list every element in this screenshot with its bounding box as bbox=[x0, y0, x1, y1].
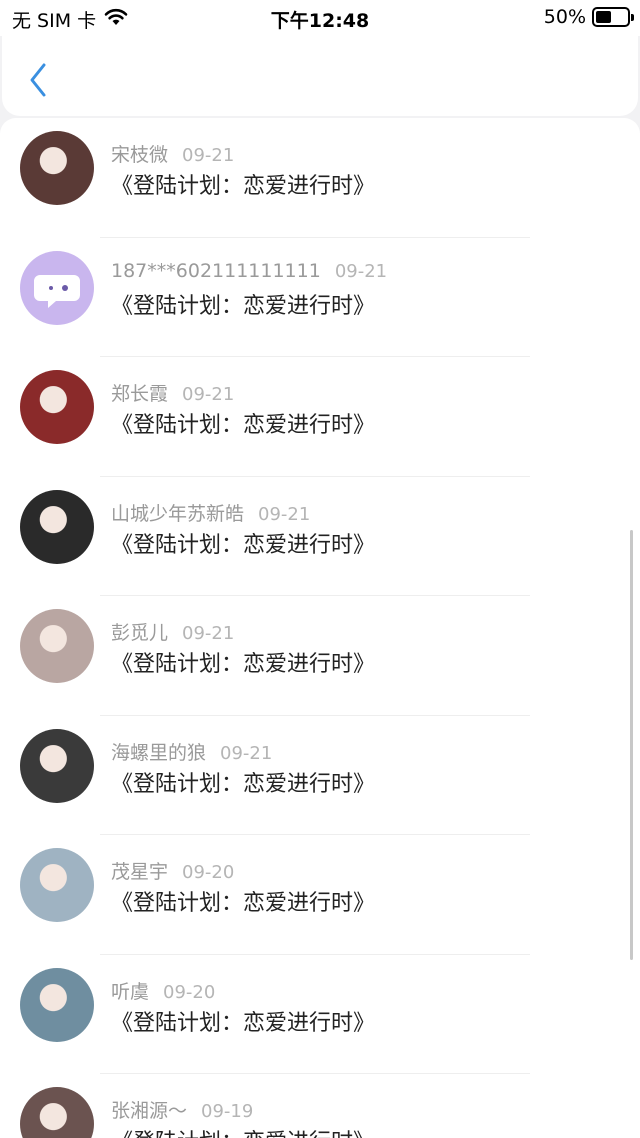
status-bar: 无 SIM 卡 下午12:48 50% bbox=[0, 0, 640, 36]
date-label: 09-21 bbox=[258, 503, 311, 525]
name-line: 彭觅儿 09-21 bbox=[111, 618, 234, 645]
user-name: 张湘源～ bbox=[111, 1100, 188, 1122]
list-item[interactable]: 宋枝微 09-21 《登陆计划：恋爱进行时》 bbox=[0, 118, 640, 238]
avatar[interactable] bbox=[20, 609, 94, 683]
avatar[interactable] bbox=[20, 728, 94, 803]
user-name: 宋枝微 bbox=[111, 144, 169, 166]
list-item[interactable]: 山城少年苏新皓 09-21 《登陆计划：恋爱进行时》 bbox=[0, 477, 640, 596]
navigation-bar bbox=[2, 36, 638, 116]
date-label: 09-19 bbox=[201, 1101, 254, 1122]
user-name: 山城少年苏新皓 bbox=[111, 502, 245, 525]
name-line: 张湘源～ 09-19 bbox=[111, 1096, 253, 1123]
user-name: 听虞 bbox=[111, 980, 150, 1003]
user-name: 187***602111111111 bbox=[111, 259, 321, 282]
list-item[interactable]: 郑长霞 09-21 《登陆计划：恋爱进行时》 bbox=[0, 357, 640, 477]
chevron-left-icon bbox=[27, 62, 49, 102]
name-line: 187***602111111111 09-21 bbox=[111, 260, 387, 282]
name-line: 茂星宇 09-20 bbox=[111, 857, 234, 884]
message-text: 《登陆计划：恋爱进行时》 bbox=[111, 1124, 375, 1138]
name-line: 海螺里的狼 09-21 bbox=[111, 738, 272, 765]
user-name: 郑长霞 bbox=[111, 383, 169, 405]
name-line: 宋枝微 09-21 bbox=[111, 140, 234, 167]
list-item[interactable]: 彭觅儿 09-21 《登陆计划：恋爱进行时》 bbox=[0, 596, 640, 716]
list-item[interactable]: 张湘源～ 09-19 《登陆计划：恋爱进行时》 bbox=[0, 1074, 640, 1138]
name-line: 山城少年苏新皓 09-21 bbox=[111, 499, 310, 526]
avatar[interactable] bbox=[20, 370, 94, 444]
chat-bubble-icon bbox=[34, 274, 80, 308]
contact-list: 宋枝微 09-21 《登陆计划：恋爱进行时》 187***602111111111 09… bbox=[0, 118, 640, 1138]
battery-group: 50% bbox=[543, 6, 634, 28]
message-text: 《登陆计划：恋爱进行时》 bbox=[111, 891, 376, 916]
list-item[interactable]: 听虞 09-20 《登陆计划：恋爱进行时》 bbox=[0, 955, 640, 1074]
back-button[interactable] bbox=[20, 58, 56, 106]
list-item[interactable]: 187***602111111111 09-21 《登陆计划：恋爱进行时》 bbox=[0, 238, 640, 357]
message-text: 《登陆计划：恋爱进行时》 bbox=[111, 532, 376, 558]
list-item[interactable]: 海螺里的狼 09-21 《登陆计划：恋爱进行时》 bbox=[0, 716, 640, 835]
date-label: 09-21 bbox=[182, 623, 235, 644]
battery-percent: 50% bbox=[543, 6, 586, 28]
avatar[interactable] bbox=[20, 1087, 94, 1138]
message-text: 《登陆计划：恋爱进行时》 bbox=[111, 652, 376, 677]
avatar[interactable] bbox=[20, 967, 94, 1042]
name-line: 郑长霞 09-21 bbox=[111, 379, 234, 406]
date-label: 09-21 bbox=[182, 145, 235, 166]
avatar[interactable] bbox=[20, 250, 94, 325]
date-label: 09-20 bbox=[163, 981, 216, 1003]
battery-icon bbox=[592, 7, 634, 27]
date-label: 09-21 bbox=[182, 384, 235, 405]
name-line: 听虞 09-20 bbox=[111, 977, 215, 1004]
user-name: 彭觅儿 bbox=[111, 622, 169, 644]
date-label: 09-20 bbox=[182, 862, 235, 883]
user-name: 茂星宇 bbox=[111, 861, 169, 883]
list-item[interactable]: 茂星宇 09-20 《登陆计划：恋爱进行时》 bbox=[0, 835, 640, 955]
avatar[interactable] bbox=[20, 848, 94, 922]
date-label: 09-21 bbox=[334, 260, 388, 282]
avatar[interactable] bbox=[20, 489, 94, 564]
message-text: 《登陆计划：恋爱进行时》 bbox=[111, 174, 376, 199]
user-name: 海螺里的狼 bbox=[111, 741, 207, 764]
date-label: 09-21 bbox=[220, 742, 273, 764]
message-text: 《登陆计划：恋爱进行时》 bbox=[111, 413, 376, 438]
avatar[interactable] bbox=[20, 131, 94, 205]
message-text: 《登陆计划：恋爱进行时》 bbox=[111, 1010, 376, 1036]
message-text: 《登陆计划：恋爱进行时》 bbox=[111, 771, 376, 797]
scrollbar[interactable] bbox=[630, 530, 633, 960]
message-text: 《登陆计划：恋爱进行时》 bbox=[111, 293, 376, 319]
